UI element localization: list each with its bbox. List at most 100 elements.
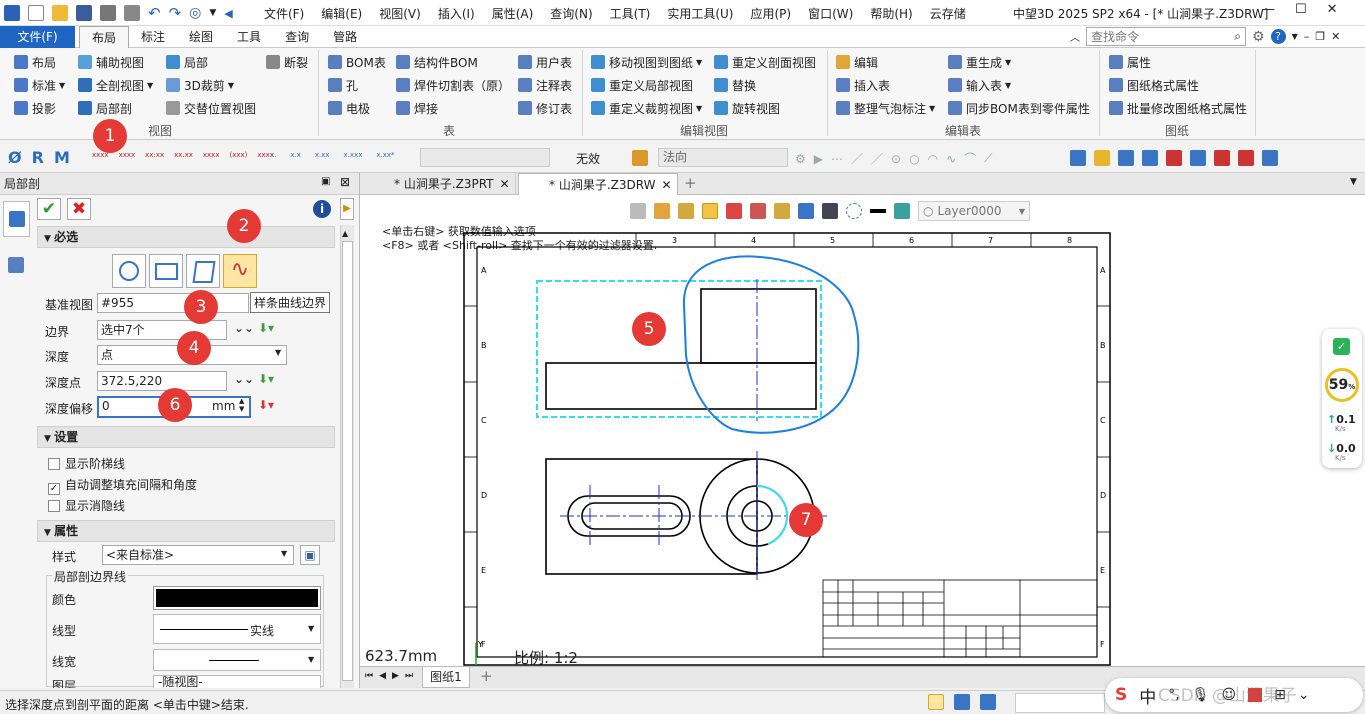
emoji-icon[interactable]: ☺ xyxy=(1221,687,1236,703)
menu-tools[interactable]: 工具(T) xyxy=(610,5,651,22)
menu-attribute[interactable]: 属性(A) xyxy=(492,5,534,22)
style-dropdown-icon[interactable]: ▼ xyxy=(281,549,287,558)
menu-edit[interactable]: 编辑(E) xyxy=(321,5,362,22)
save-icon[interactable] xyxy=(76,5,92,21)
section-properties[interactable]: ▼ 属性 xyxy=(37,520,335,542)
print-preview-icon[interactable] xyxy=(124,5,140,21)
rebuild-icon[interactable]: ◎ xyxy=(189,5,201,21)
help-icon[interactable]: ? xyxy=(1270,29,1286,44)
tab-piping[interactable]: 管路 xyxy=(321,26,369,48)
help-dropdown-icon[interactable]: ▼ xyxy=(1292,32,1298,41)
alternate-position-button[interactable]: 交替位置视图 xyxy=(166,99,256,117)
skin-icon[interactable] xyxy=(1248,688,1263,702)
tool-icon[interactable] xyxy=(1070,150,1086,166)
show-step-lines-checkbox[interactable]: 显示阶梯线 xyxy=(48,455,125,472)
snap-icon[interactable]: ⚙ xyxy=(795,152,806,166)
tab-list-icon[interactable]: ▼ xyxy=(1350,177,1357,187)
undo-icon[interactable]: ↶ xyxy=(148,4,161,22)
menu-utilities[interactable]: 实用工具(U) xyxy=(667,5,733,22)
insert-table-button[interactable]: 插入表 xyxy=(836,76,890,94)
radius-button[interactable]: R xyxy=(32,148,44,167)
spline-boundary[interactable] xyxy=(682,255,860,434)
minimize-icon[interactable]: — xyxy=(1262,2,1275,17)
scroll-thumb[interactable] xyxy=(342,241,353,681)
layer-select[interactable]: -随视图- xyxy=(153,675,321,688)
save-style-icon[interactable]: ▣ xyxy=(300,545,320,565)
tab-tools[interactable]: 工具 xyxy=(225,26,273,48)
tab-file[interactable]: 文件(F) xyxy=(0,25,75,48)
sheet-properties-button[interactable]: 属性 xyxy=(1109,53,1151,71)
menu-query[interactable]: 查询(N) xyxy=(550,5,592,22)
pick-filter-icon[interactable]: ⬇▾ xyxy=(258,372,274,386)
color-picker[interactable] xyxy=(153,586,321,610)
menu-help[interactable]: 帮助(H) xyxy=(870,5,912,22)
electrode-table-button[interactable]: 电极 xyxy=(328,99,370,117)
sheet-tab[interactable]: 图纸1 xyxy=(422,667,470,688)
diag-icon[interactable]: ⟋ xyxy=(984,151,992,166)
add-tab-icon[interactable]: + xyxy=(684,174,697,192)
menu-insert[interactable]: 插入(I) xyxy=(438,5,475,22)
rotate-view-button[interactable]: 旋转视图 xyxy=(714,99,780,117)
input-table-button[interactable]: 输入表 ▼ xyxy=(948,76,1011,94)
rectangle-boundary-button[interactable] xyxy=(149,254,183,288)
status-icon[interactable] xyxy=(928,694,944,710)
doc-minimize-icon[interactable]: – xyxy=(1304,30,1310,43)
menu-window[interactable]: 窗口(W) xyxy=(808,5,853,22)
pick-filter-icon[interactable]: ⬇▾ xyxy=(258,398,274,412)
sync-bom-button[interactable]: 同步BOM表到零件属性 xyxy=(948,99,1090,117)
format-icon[interactable]: xx:xx xyxy=(145,151,164,159)
linewidth-dropdown-icon[interactable]: ▼ xyxy=(308,655,314,664)
add-sheet-icon[interactable]: + xyxy=(480,667,493,685)
redefine-section-button[interactable]: 重定义剖面视图 xyxy=(714,53,816,71)
projection-button[interactable]: 投影 xyxy=(14,99,56,117)
info-icon[interactable]: i xyxy=(313,200,331,218)
format-icon[interactable]: xxxx xyxy=(203,151,220,159)
replace-button[interactable]: 替换 xyxy=(714,76,756,94)
close-tab-icon[interactable]: ✕ xyxy=(661,178,671,192)
panel-pin-icon[interactable]: ▣ xyxy=(321,176,330,187)
doc-close-icon[interactable]: ✕ xyxy=(1331,30,1340,43)
redefine-detail-button[interactable]: 重定义局部视图 xyxy=(591,76,693,94)
redo-icon[interactable]: ↷ xyxy=(169,4,182,22)
line-icon[interactable]: ／ xyxy=(851,150,863,167)
last-sheet-icon[interactable]: ⏭ xyxy=(405,671,413,681)
material-button[interactable]: M xyxy=(54,148,70,167)
tab-draw[interactable]: 绘图 xyxy=(177,26,225,48)
circle-icon[interactable]: ⊙ xyxy=(891,152,901,166)
pick-filter-icon[interactable]: ⬇▾ xyxy=(258,321,274,335)
close-tab-icon[interactable]: ✕ xyxy=(500,177,510,191)
style-select[interactable]: <来自标准> xyxy=(102,545,294,565)
play-icon[interactable]: ▶ xyxy=(814,152,823,166)
user-table-button[interactable]: 用户表 xyxy=(518,53,572,71)
structure-bom-button[interactable]: 结构件BOM xyxy=(396,53,478,71)
depth-point-field[interactable]: 372.5,220 xyxy=(97,371,227,391)
prev-sheet-icon[interactable]: ◀ xyxy=(379,671,386,681)
menu-cloud[interactable]: 云存储 xyxy=(930,5,966,22)
format-icon[interactable]: (xxx) xyxy=(229,151,247,159)
front-view[interactable] xyxy=(545,288,817,410)
circle-boundary-button[interactable] xyxy=(112,254,146,288)
doc-restore-icon[interactable]: ❐ xyxy=(1315,30,1325,43)
tab-layout[interactable]: 布局 xyxy=(79,25,130,48)
back-arrow-icon[interactable]: ◀ xyxy=(224,7,232,20)
spline-boundary-button[interactable]: ∿ xyxy=(223,254,257,288)
weldment-cut-table-button[interactable]: 焊件切割表（原） xyxy=(396,76,510,94)
full-section-button[interactable]: 全剖视图 ▼ xyxy=(78,76,153,94)
drawing-canvas[interactable]: ○ Layer0000 ▼ <单击右键> 获取数值输入选项 <F8> 或者 <Shi… xyxy=(360,195,1365,667)
sheet-format-button[interactable]: 图纸格式属性 xyxy=(1109,76,1199,94)
network-monitor-widget[interactable]: ✓ 59% ↑0.1 K/s ↓0.0 K/s xyxy=(1322,329,1362,468)
format-icon[interactable]: xxxx xyxy=(119,151,136,159)
tool-icon[interactable] xyxy=(1142,150,1158,166)
normal-select[interactable]: 法向 xyxy=(658,148,788,167)
expand-panel-icon[interactable]: ▶ xyxy=(340,198,354,220)
tool-icon[interactable] xyxy=(1094,150,1110,166)
arch-icon[interactable]: ⌒ xyxy=(964,150,976,167)
detail-view-button[interactable]: 局部 xyxy=(166,53,208,71)
tab-part-doc[interactable]: * 山涧果子.Z3PRT ✕ xyxy=(388,173,516,195)
curve-icon[interactable]: ∿ xyxy=(946,152,956,166)
text-style-select[interactable] xyxy=(420,148,550,167)
spinner-icon[interactable]: ▲ ▼ xyxy=(239,397,244,413)
hole-table-button[interactable]: 孔 xyxy=(328,76,358,94)
break-view-button[interactable]: 断裂 xyxy=(266,53,308,71)
side-tab-history-icon[interactable] xyxy=(8,257,24,273)
